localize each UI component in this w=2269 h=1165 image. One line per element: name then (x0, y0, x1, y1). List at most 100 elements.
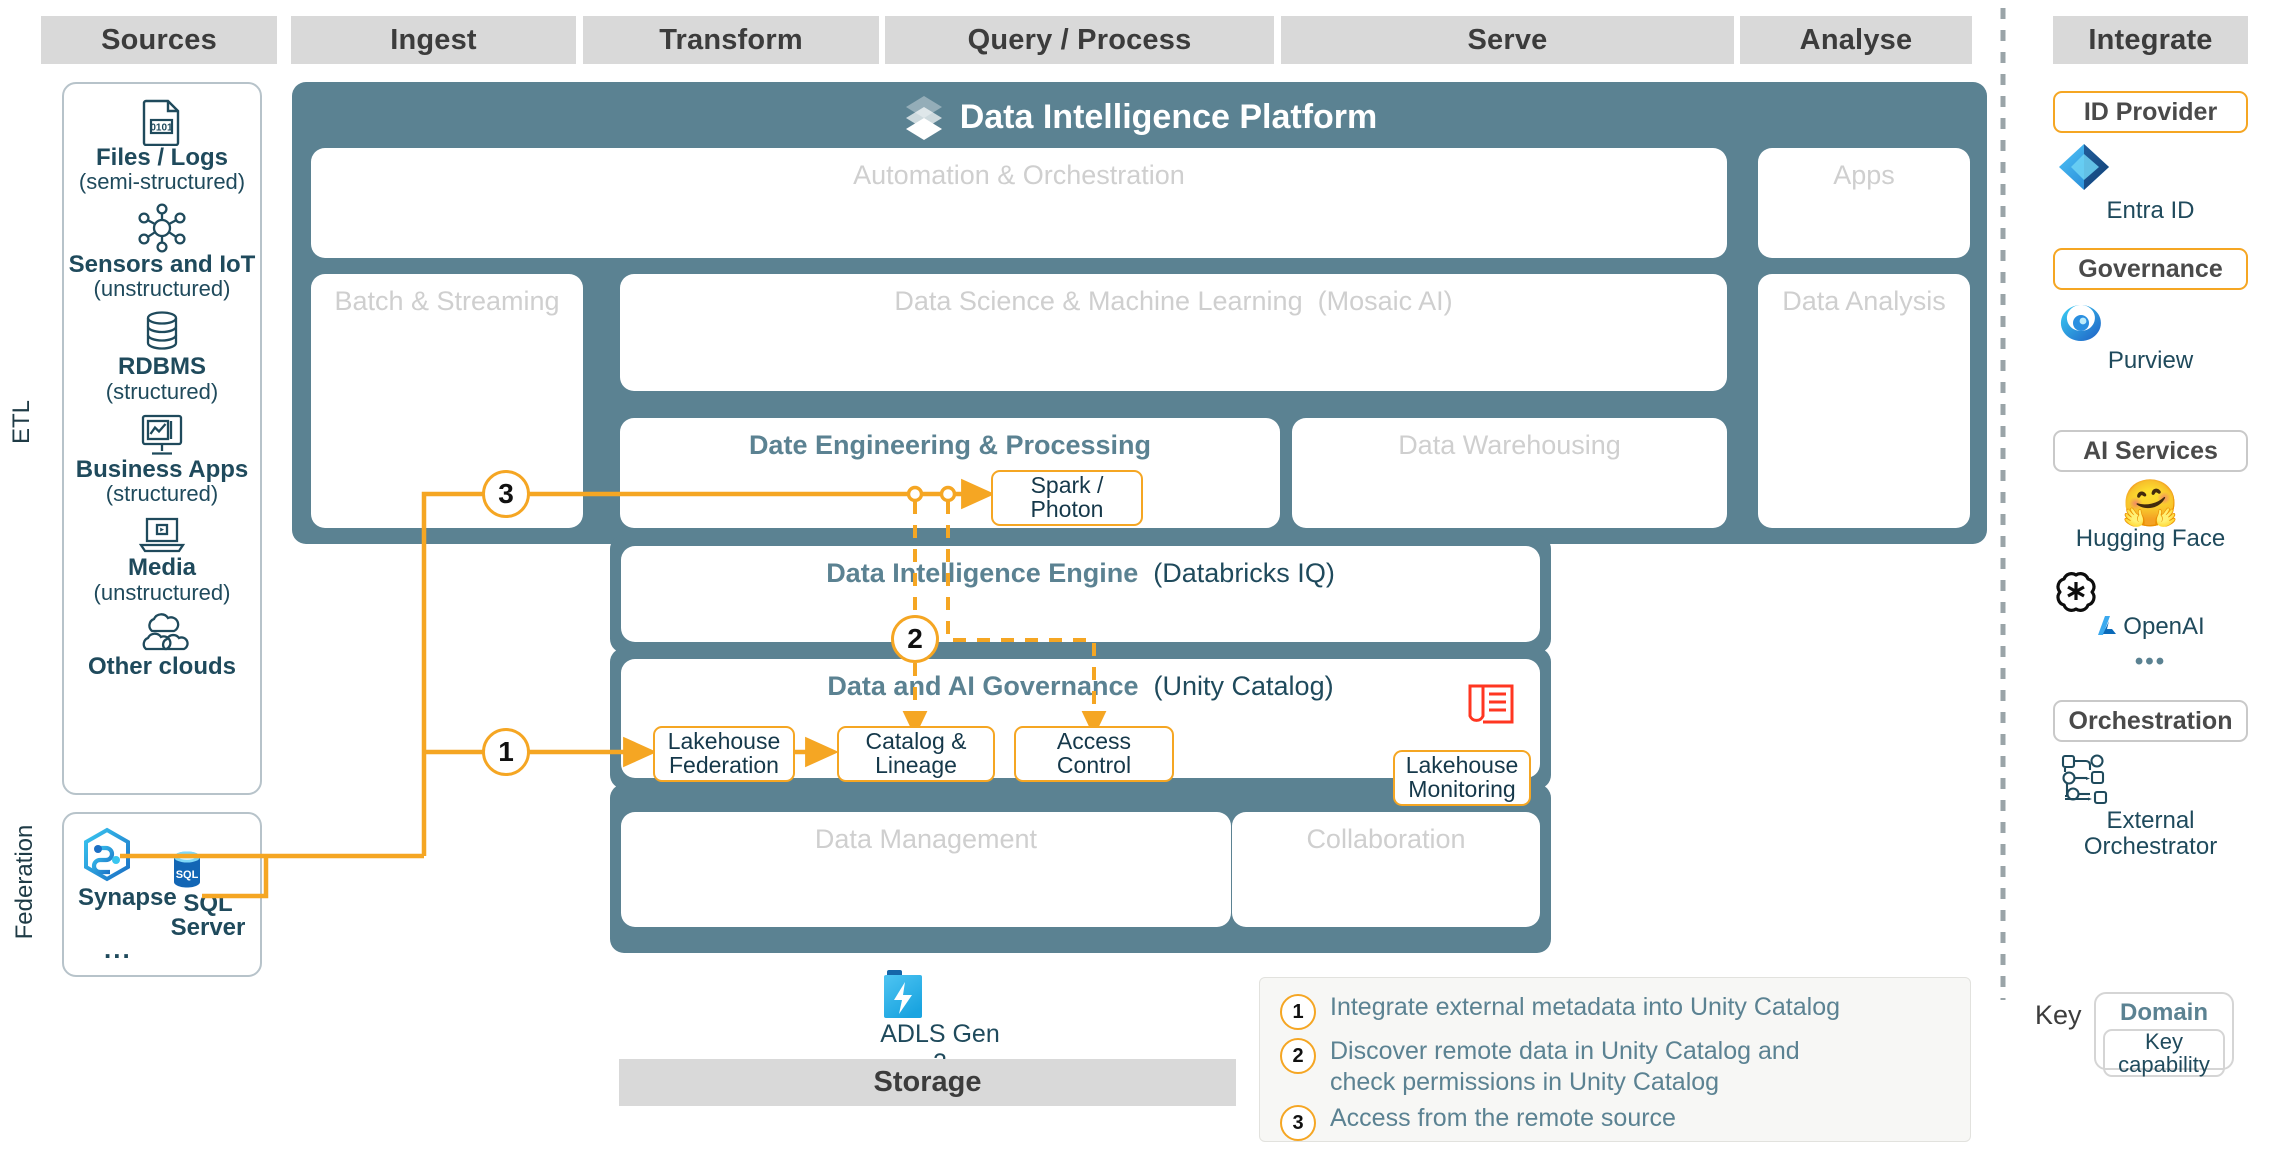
panel-title: Data Management (814, 824, 1038, 854)
svg-text:SQL: SQL (176, 869, 199, 881)
legend-number: 3 (1280, 1105, 1316, 1141)
panel-title: Date Engineering & Processing (748, 430, 1152, 460)
flow-marker-3: 3 (482, 470, 530, 518)
capability-catalog-lineage[interactable]: Catalog & Lineage (837, 726, 995, 782)
column-header-query-process: Query / Process (885, 16, 1274, 64)
adls-gen2-icon (884, 970, 922, 1018)
source-label: Other clouds (87, 652, 237, 680)
flow-marker-1: 1 (482, 728, 530, 776)
source-item-files-logs[interactable]: 0101 Files / Logs (semi-structured) (79, 98, 245, 194)
integrate-category-orchestration[interactable]: Orchestration (2053, 700, 2248, 742)
source-sublabel: (structured) (105, 378, 219, 404)
legend-box: 1 Integrate external metadata into Unity… (1259, 977, 1971, 1142)
sources-card: 0101 Files / Logs (semi-structured) Sens… (62, 82, 262, 795)
legend-text: Discover remote data in Unity Catalog an… (1330, 1037, 1800, 1096)
diagram-canvas: Sources Ingest Transform Query / Process… (0, 0, 2269, 1165)
integrate-item-purview[interactable]: Purview (2053, 298, 2248, 374)
integrate-category-ai-services[interactable]: AI Services (2053, 430, 2248, 472)
column-header-sources: Sources (41, 16, 277, 64)
source-label: Media (127, 554, 196, 582)
panel-title: Apps (1833, 160, 1895, 190)
legend-number: 1 (1280, 994, 1316, 1030)
database-icon (146, 311, 178, 350)
sql-server-icon: SQL (174, 851, 200, 888)
integrate-category-governance[interactable]: Governance (2053, 248, 2248, 290)
clouds-icon (142, 613, 189, 650)
flow-marker-2: 2 (891, 615, 939, 663)
panel-title: Data Analysis (1782, 286, 1946, 316)
key-label: Key (2035, 1000, 2082, 1030)
federation-item-sql-server[interactable]: SQL SQL Server (166, 848, 250, 941)
integrate-item-label: Purview (2107, 347, 2194, 374)
unity-catalog-icon (1464, 680, 1518, 734)
integrate-item-hugging-face[interactable]: 🤗 Hugging Face (2053, 480, 2248, 552)
source-item-rdbms[interactable]: RDBMS (structured) (106, 309, 218, 403)
source-sublabel: (unstructured) (93, 579, 231, 605)
federation-label: Synapse (78, 884, 177, 911)
databricks-logo-icon (905, 96, 942, 140)
entra-id-icon (2059, 144, 2109, 190)
legend-step-2: 2 Discover remote data in Unity Catalog … (1280, 1036, 1950, 1097)
panel-data-engineering[interactable]: Date Engineering & Processing (620, 418, 1280, 528)
purview-icon (2060, 305, 2101, 341)
panel-title: Data Science & Machine Learning (Mosaic … (894, 286, 1453, 316)
side-label-etl: ETL (8, 400, 35, 445)
svg-text:0101: 0101 (150, 123, 173, 134)
storage-bar: Storage (619, 1059, 1236, 1106)
source-label: RDBMS (117, 353, 206, 381)
capability-access-control[interactable]: Access Control (1014, 726, 1174, 782)
federation-ellipsis: ... (104, 934, 132, 964)
legend-step-1: 1 Integrate external metadata into Unity… (1280, 992, 1950, 1030)
integrate-item-external-orchestrator[interactable]: External Orchestrator (2053, 752, 2248, 860)
source-sublabel: (semi-structured) (78, 169, 246, 195)
openai-icon (2056, 572, 2096, 612)
integrate-category-id-provider[interactable]: ID Provider (2053, 91, 2248, 133)
federation-label: SQL Server (170, 890, 246, 942)
key-capability-box: Key capability (2103, 1029, 2225, 1077)
integrate-item-openai[interactable]: OpenAI (2053, 568, 2248, 640)
panel-data-warehousing[interactable]: Data Warehousing (1292, 418, 1727, 528)
azure-synapse-icon (84, 827, 130, 882)
source-item-other-clouds[interactable]: Other clouds (88, 613, 236, 679)
source-sublabel: (structured) (105, 481, 219, 507)
panel-collaboration[interactable]: Collaboration (1232, 812, 1540, 927)
capability-lakehouse-federation[interactable]: Lakehouse Federation (653, 726, 795, 782)
legend-text: Integrate external metadata into Unity C… (1330, 993, 1841, 1021)
panel-title: Data Intelligence Engine (Databricks IQ) (826, 558, 1335, 588)
integrate-item-entra-id[interactable]: Entra ID (2053, 140, 2248, 224)
file-binary-icon: 0101 (142, 99, 180, 146)
key-domain-box: Domain Key capability (2094, 992, 2234, 1077)
source-label: Sensors and IoT (68, 250, 256, 278)
panel-title: Collaboration (1306, 824, 1466, 854)
source-item-media[interactable]: Media (unstructured) (93, 514, 231, 605)
panel-data-intelligence-engine[interactable]: Data Intelligence Engine (Databricks IQ) (621, 546, 1540, 642)
column-header-ingest: Ingest (291, 16, 576, 64)
capability-lakehouse-monitoring[interactable]: Lakehouse Monitoring (1393, 750, 1531, 806)
federation-card: Synapse SQL SQL Server ... (62, 812, 262, 977)
legend-step-3: 3 Access from the remote source (1280, 1103, 1950, 1141)
integrate-item-label: External Orchestrator (2083, 807, 2218, 860)
integrate-ai-services-ellipsis: ••• (2134, 648, 2167, 675)
capability-spark-photon[interactable]: Spark / Photon (991, 470, 1143, 526)
integrate-item-label: OpenAI (2123, 613, 2205, 640)
platform-title: Data Intelligence Platform (959, 97, 1378, 136)
source-sublabel: (unstructured) (93, 276, 231, 302)
federation-item-synapse[interactable]: Synapse (78, 826, 177, 910)
panel-title: Data Warehousing (1398, 430, 1621, 460)
panel-apps[interactable]: Apps (1758, 148, 1970, 258)
panel-data-science-ml[interactable]: Data Science & Machine Learning (Mosaic … (620, 274, 1727, 391)
panel-batch-streaming[interactable]: Batch & Streaming (311, 274, 583, 528)
panel-data-management[interactable]: Data Management (621, 812, 1231, 927)
key-domain-label: Domain (2119, 999, 2208, 1026)
panel-title: Automation & Orchestration (853, 160, 1185, 190)
column-header-analyse: Analyse (1740, 16, 1972, 64)
column-header-transform: Transform (583, 16, 879, 64)
panel-automation-orchestration[interactable]: Automation & Orchestration (311, 148, 1727, 258)
monitor-chart-icon (141, 414, 183, 455)
integrate-item-label: Entra ID (2106, 197, 2195, 224)
panel-data-analysis[interactable]: Data Analysis (1758, 274, 1970, 528)
source-item-business-apps[interactable]: Business Apps (structured) (76, 412, 248, 507)
integrate-item-label: Hugging Face (2075, 525, 2226, 552)
source-item-sensors-iot[interactable]: Sensors and IoT (unstructured) (68, 203, 256, 302)
legend-text: Access from the remote source (1330, 1104, 1676, 1132)
